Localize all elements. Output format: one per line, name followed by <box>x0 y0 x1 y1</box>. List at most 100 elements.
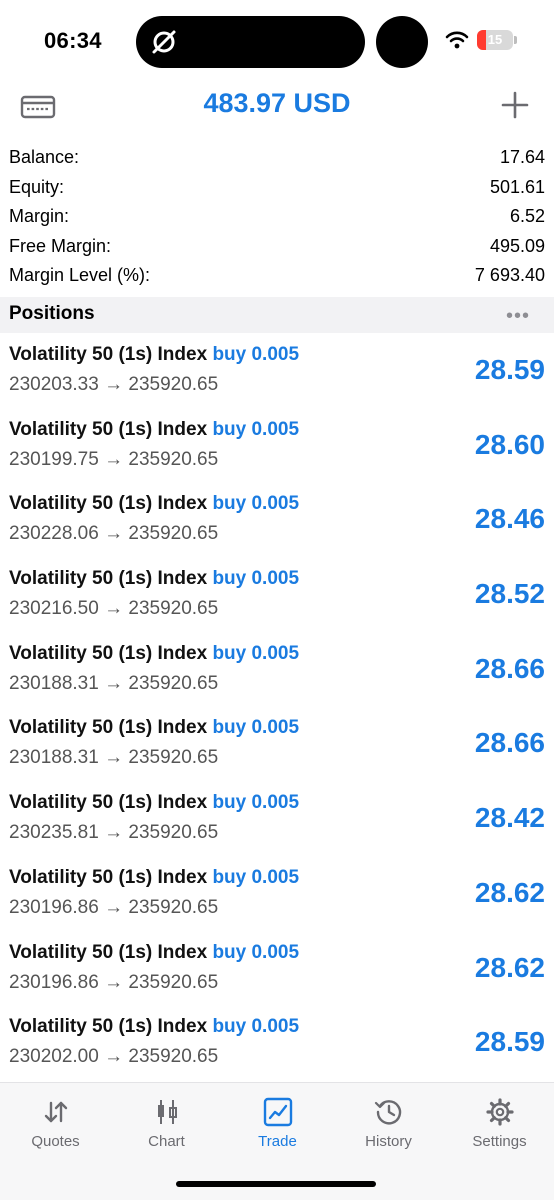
tab-label: Quotes <box>31 1133 80 1150</box>
position-symbol: Volatility 50 (1s) Index <box>9 941 208 963</box>
summary-row-equity: Equity: 501.61 <box>0 174 554 204</box>
summary-row-balance: Balance: 17.64 <box>0 144 554 174</box>
position-title: Volatility 50 (1s) Index buy 0.005 <box>9 493 299 515</box>
battery-level: 15 <box>487 32 503 47</box>
position-side: buy 0.005 <box>212 941 300 963</box>
summary-label: Equity: <box>9 176 65 197</box>
position-title: Volatility 50 (1s) Index buy 0.005 <box>9 1016 299 1038</box>
no-connection-icon <box>152 30 176 54</box>
plus-icon[interactable] <box>500 90 530 120</box>
position-symbol: Volatility 50 (1s) Index <box>9 642 208 664</box>
tab-label: Chart <box>148 1133 185 1150</box>
position-title: Volatility 50 (1s) Index buy 0.005 <box>9 568 299 590</box>
position-profit: 28.60 <box>474 428 545 460</box>
tab-label: Settings <box>472 1133 527 1150</box>
position-symbol: Volatility 50 (1s) Index <box>9 344 208 365</box>
summary-label: Margin Level (%): <box>9 265 151 285</box>
position-title: Volatility 50 (1s) Index buy 0.005 <box>9 717 299 739</box>
header: 483.97 USD <box>0 84 554 130</box>
wifi-icon <box>445 31 469 49</box>
tab-label: History <box>365 1133 412 1150</box>
summary-label: Balance: <box>9 147 80 167</box>
position-row[interactable]: Volatility 50 (1s) Index buy 0.005 23019… <box>0 859 554 934</box>
position-symbol: Volatility 50 (1s) Index <box>9 418 208 440</box>
position-side: buy 0.005 <box>212 568 300 590</box>
summary-label: Margin: <box>9 206 70 226</box>
position-side: buy 0.005 <box>212 1016 300 1038</box>
positions-header: Positions ••• <box>0 297 554 333</box>
tab-settings[interactable]: Settings <box>444 1097 554 1150</box>
position-prices: 230199.75 → 235920.65 <box>9 448 219 470</box>
position-prices: 230188.31 → 235920.65 <box>9 747 219 769</box>
position-title: Volatility 50 (1s) Index buy 0.005 <box>9 867 299 889</box>
account-summary: Balance: 17.64 Equity: 501.61 Margin: 6.… <box>0 144 554 292</box>
battery-icon: 15 <box>477 30 513 50</box>
position-row[interactable]: Volatility 50 (1s) Index buy 0.005 23019… <box>0 934 554 1009</box>
position-profit: 28.62 <box>474 876 545 908</box>
position-profit: 28.46 <box>474 503 545 535</box>
position-title: Volatility 50 (1s) Index buy 0.005 <box>9 792 299 814</box>
summary-value: 7 693.40 <box>474 265 545 285</box>
trade-chart-icon <box>263 1097 292 1127</box>
position-profit: 28.59 <box>474 354 545 385</box>
battery-tip <box>514 36 517 44</box>
position-row[interactable]: Volatility 50 (1s) Index buy 0.005 23020… <box>0 336 554 411</box>
position-profit: 28.66 <box>474 652 545 684</box>
position-prices: 230202.00 → 235920.65 <box>9 1046 219 1068</box>
position-prices: 230196.86 → 235920.65 <box>9 971 219 993</box>
summary-value: 501.61 <box>489 176 545 197</box>
position-profit: 28.59 <box>474 1026 545 1058</box>
position-symbol: Volatility 50 (1s) Index <box>9 493 208 515</box>
position-row[interactable]: Volatility 50 (1s) Index buy 0.005 23019… <box>0 411 554 486</box>
tab-quotes[interactable]: Quotes <box>0 1097 111 1150</box>
position-symbol: Volatility 50 (1s) Index <box>9 1016 208 1038</box>
position-prices: 230235.81 → 235920.65 <box>9 822 219 844</box>
position-profit: 28.66 <box>474 727 545 759</box>
position-side: buy 0.005 <box>212 344 300 365</box>
position-row[interactable]: Volatility 50 (1s) Index buy 0.005 23020… <box>0 1008 554 1083</box>
front-camera <box>376 16 428 68</box>
summary-row-free-margin: Free Margin: 495.09 <box>0 233 554 263</box>
home-indicator[interactable] <box>176 1181 376 1187</box>
history-clock-icon <box>374 1100 401 1125</box>
position-side: buy 0.005 <box>212 418 300 440</box>
position-title: Volatility 50 (1s) Index buy 0.005 <box>9 344 299 366</box>
positions-list: Volatility 50 (1s) Index buy 0.005 23020… <box>0 336 554 1083</box>
quotes-arrows-icon <box>44 1101 67 1123</box>
position-symbol: Volatility 50 (1s) Index <box>9 717 208 739</box>
status-time: 06:34 <box>44 28 102 53</box>
position-row[interactable]: Volatility 50 (1s) Index buy 0.005 23022… <box>0 485 554 560</box>
summary-row-margin: Margin: 6.52 <box>0 203 554 233</box>
position-side: buy 0.005 <box>212 717 300 739</box>
balance-title: 483.97 USD <box>203 88 351 118</box>
position-row[interactable]: Volatility 50 (1s) Index buy 0.005 23021… <box>0 560 554 635</box>
position-symbol: Volatility 50 (1s) Index <box>9 866 208 888</box>
tab-chart[interactable]: Chart <box>111 1097 222 1150</box>
position-prices: 230228.06 → 235920.65 <box>9 523 219 545</box>
position-symbol: Volatility 50 (1s) Index <box>9 792 208 814</box>
ellipsis-icon[interactable]: ••• <box>506 305 530 328</box>
position-profit: 28.52 <box>474 578 545 610</box>
position-prices: 230203.33 → 235920.65 <box>9 374 219 395</box>
positions-title: Positions <box>9 303 95 324</box>
candlestick-icon <box>157 1100 177 1124</box>
position-title: Volatility 50 (1s) Index buy 0.005 <box>9 419 299 441</box>
position-prices: 230216.50 → 235920.65 <box>9 598 219 620</box>
summary-value: 495.09 <box>489 235 545 256</box>
position-title: Volatility 50 (1s) Index buy 0.005 <box>9 942 299 964</box>
position-row[interactable]: Volatility 50 (1s) Index buy 0.005 23018… <box>0 635 554 710</box>
position-profit: 28.42 <box>474 802 545 834</box>
summary-label: Free Margin: <box>9 235 112 256</box>
summary-row-margin-level: Margin Level (%): 7 693.40 <box>0 262 554 292</box>
position-row[interactable]: Volatility 50 (1s) Index buy 0.005 23023… <box>0 784 554 859</box>
tab-trade[interactable]: Trade <box>222 1097 333 1150</box>
position-prices: 230188.31 → 235920.65 <box>9 672 219 694</box>
gear-icon <box>485 1098 514 1126</box>
position-side: buy 0.005 <box>212 792 300 814</box>
tab-history[interactable]: History <box>333 1097 444 1150</box>
summary-value: 6.52 <box>509 206 545 226</box>
position-row[interactable]: Volatility 50 (1s) Index buy 0.005 23018… <box>0 709 554 784</box>
summary-value: 17.64 <box>499 147 545 167</box>
position-title: Volatility 50 (1s) Index buy 0.005 <box>9 643 299 665</box>
position-profit: 28.62 <box>474 951 545 983</box>
